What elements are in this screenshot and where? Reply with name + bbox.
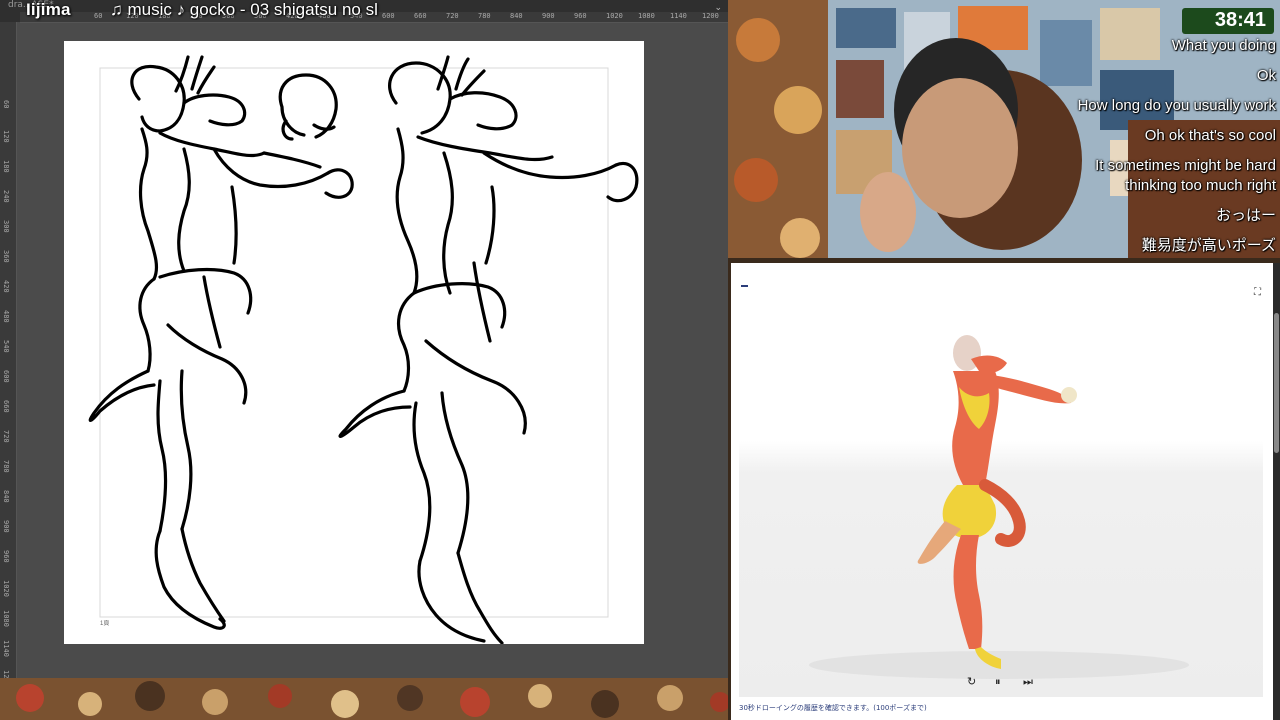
gesture-sketches (88, 55, 639, 644)
wallpaper-pattern (0, 678, 728, 720)
pause-button[interactable]: ⏸ (995, 675, 1001, 689)
ruler-tick-label: 120 (2, 130, 10, 143)
ruler-tick-label: 1080 (638, 12, 655, 20)
chat-message: Ok (1256, 67, 1276, 84)
pose-progress-bar (741, 285, 748, 287)
ruler-tick-label: 540 (2, 340, 10, 353)
sketch-figure-2 (338, 55, 639, 644)
anatomy-figure (917, 335, 1077, 669)
ruler-tick-label: 840 (510, 12, 523, 20)
webcam-feed: 38:41 What you doing Ok How long do you … (728, 0, 1280, 258)
ruler-tick-label: 60 (2, 100, 10, 109)
ruler-tick-label: 1200 (2, 670, 10, 678)
ruler-tick-label: 1140 (2, 640, 10, 657)
scrollbar[interactable] (1273, 263, 1280, 720)
drawing-canvas[interactable]: 1頁 (64, 41, 644, 644)
ruler-tick-label: 480 (2, 310, 10, 323)
ruler-tick-label: 780 (478, 12, 491, 20)
ruler-tick-label: 780 (2, 460, 10, 473)
ruler-tick-label: 60 (94, 12, 103, 20)
chat-message: Oh ok that's so cool (1144, 127, 1276, 144)
chat-message: thinking too much right (1125, 177, 1276, 194)
ruler-tick-label: 660 (2, 400, 10, 413)
ruler-tick-label: 900 (542, 12, 555, 20)
playback-controls: ↻ ⏸ ⏭ (731, 673, 1273, 693)
ruler-tick-label: 1080 (2, 610, 10, 627)
ruler-tick-label: 960 (574, 12, 587, 20)
ruler-tick-label: 1140 (670, 12, 687, 20)
ruler-tick-label: 960 (2, 550, 10, 563)
painting-app-window: dra...ASE* ⌄ 60 120 180 240 300 360 420 480 540 6… (0, 0, 728, 678)
pose-reference-viewer: ⛶ ↻ ⏸ ⏭ 30秒ドローイングの履歴を確認できます。(100ポーズまで) (731, 263, 1273, 720)
model-stage[interactable] (739, 297, 1263, 697)
ruler-tick-label: 600 (2, 370, 10, 383)
page-number: 1頁 (100, 621, 110, 627)
ruler-tick-label: 1020 (606, 12, 623, 20)
ruler-tick-label: 720 (2, 430, 10, 443)
ruler-tick-label: 1020 (2, 580, 10, 597)
ruler-tick-label: 900 (2, 520, 10, 533)
ruler-tick-label: 1200 (702, 12, 719, 20)
history-caption: 30秒ドローイングの履歴を確認できます。(100ポーズまで) (739, 704, 927, 712)
chat-message: It sometimes might be hard (1095, 157, 1276, 174)
sketch-figure-1 (88, 55, 354, 630)
now-playing-music: ♫ music ♪ gocko - 03 shigatsu no sl (110, 0, 378, 19)
ruler-tick-label: 360 (2, 250, 10, 263)
ruler-tick-label: 300 (2, 220, 10, 233)
stream-timer: 38:41 (1182, 8, 1274, 34)
chat-message: How long do you usually work (1077, 97, 1276, 114)
page-frame (99, 67, 609, 618)
replay-button[interactable]: ↻ (967, 675, 976, 688)
anatomy-model (809, 335, 1189, 679)
timer-value: 38:41 (1214, 9, 1266, 31)
chat-message: おっはー (1215, 207, 1276, 224)
chat-overlay: What you doing Ok How long do you usuall… (1078, 36, 1276, 256)
ruler-tick-label: 840 (2, 490, 10, 503)
vertical-ruler: 60 120 180 240 300 360 420 480 540 600 660 720 780 84… (0, 22, 17, 678)
ruler-tick-label: 420 (2, 280, 10, 293)
scrollbar-thumb[interactable] (1274, 313, 1279, 453)
chat-message: What you doing (1171, 37, 1276, 54)
sketch-head (278, 73, 338, 141)
streamer-name: Iijima (26, 0, 71, 19)
ruler-tick-label: 180 (2, 160, 10, 173)
chat-message: 難易度が高いポーズ (1141, 237, 1276, 254)
ruler-tick-label: 240 (2, 190, 10, 203)
next-button[interactable]: ⏭ (1023, 675, 1033, 689)
background-wallpaper-strip (0, 678, 728, 720)
ruler-tick-label: 720 (446, 12, 459, 20)
